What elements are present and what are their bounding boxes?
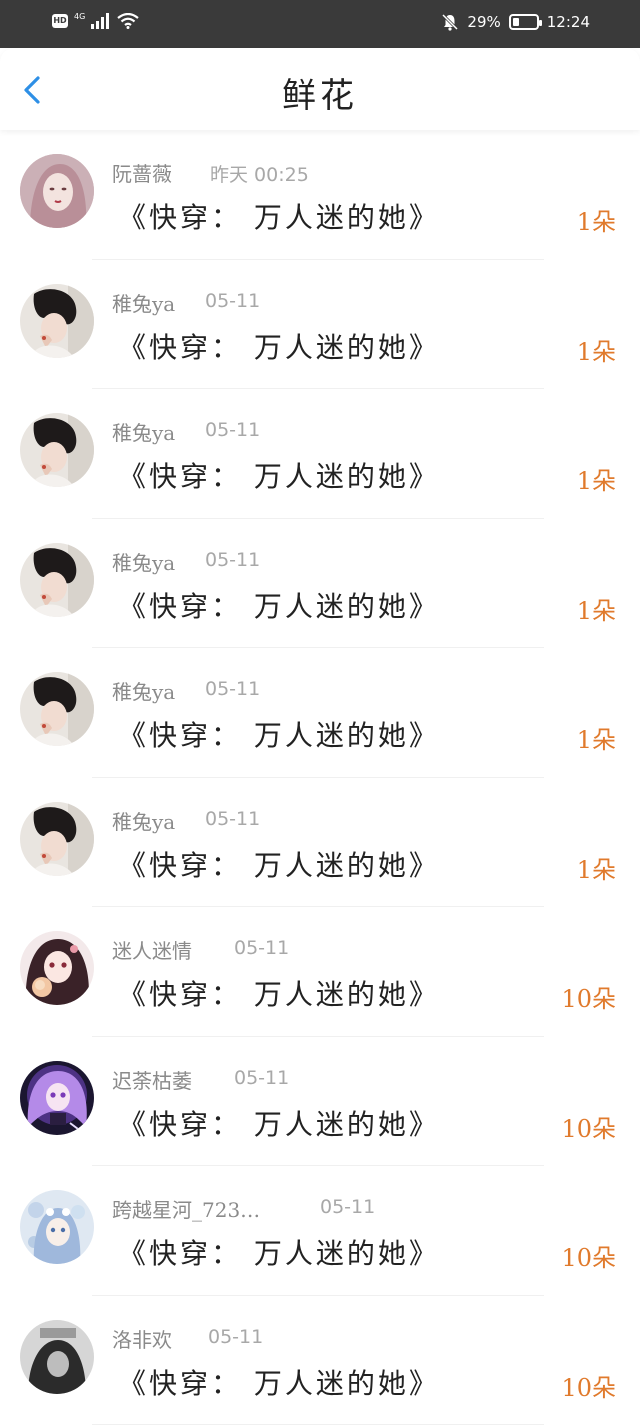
avatar[interactable] bbox=[20, 1190, 94, 1264]
avatar[interactable] bbox=[20, 672, 94, 746]
page-title: 鲜花 bbox=[0, 68, 640, 117]
user-name[interactable]: 洛非欢 bbox=[112, 1324, 172, 1353]
list-item[interactable]: 稚兔ya 05-11 《快穿： 万人迷的她》 1朵 bbox=[0, 778, 640, 908]
user-name[interactable]: 稚兔ya bbox=[112, 417, 175, 446]
flower-count: 1朵 bbox=[577, 850, 616, 885]
user-name[interactable]: 迷人迷情 bbox=[112, 935, 192, 964]
wifi-icon bbox=[117, 13, 139, 29]
flower-count: 1朵 bbox=[577, 461, 616, 496]
book-title: 《快穿： 万人迷的她》 bbox=[118, 585, 440, 625]
avatar[interactable] bbox=[20, 1320, 94, 1394]
flower-count: 10朵 bbox=[561, 1109, 616, 1144]
gift-date: 05-11 bbox=[205, 808, 260, 830]
user-name[interactable]: 跨越星河_723… bbox=[112, 1194, 260, 1223]
list-item[interactable]: 跨越星河_723… 05-11 《快穿： 万人迷的她》 10朵 bbox=[0, 1166, 640, 1296]
battery-fill bbox=[513, 18, 519, 26]
book-title: 《快穿： 万人迷的她》 bbox=[118, 714, 440, 754]
list-item[interactable]: 阮蔷薇 昨天 00:25 《快穿： 万人迷的她》 1朵 bbox=[0, 130, 640, 260]
avatar[interactable] bbox=[20, 154, 94, 228]
gift-date: 昨天 00:25 bbox=[210, 160, 309, 187]
list-item[interactable]: 稚兔ya 05-11 《快穿： 万人迷的她》 1朵 bbox=[0, 389, 640, 519]
flower-count: 10朵 bbox=[561, 979, 616, 1014]
list-item[interactable]: 稚兔ya 05-11 《快穿： 万人迷的她》 1朵 bbox=[0, 260, 640, 390]
gift-date: 05-11 bbox=[234, 1067, 289, 1089]
flower-count: 1朵 bbox=[577, 591, 616, 626]
flower-count: 1朵 bbox=[577, 720, 616, 755]
book-title: 《快穿： 万人迷的她》 bbox=[118, 1232, 440, 1272]
book-title: 《快穿： 万人迷的她》 bbox=[118, 973, 440, 1013]
flower-list: 阮蔷薇 昨天 00:25 《快穿： 万人迷的她》 1朵 稚兔ya 05-11 《快穿： 万… bbox=[0, 130, 640, 1425]
status-bar: HD 4G 29% 12:24 bbox=[0, 0, 640, 48]
flower-count: 1朵 bbox=[577, 202, 616, 237]
bell-muted-icon bbox=[441, 13, 459, 31]
avatar[interactable] bbox=[20, 543, 94, 617]
gift-date: 05-11 bbox=[205, 290, 260, 312]
gift-date: 05-11 bbox=[205, 678, 260, 700]
book-title: 《快穿： 万人迷的她》 bbox=[118, 844, 440, 884]
list-item[interactable]: 迟荼枯萎 05-11 《快穿： 万人迷的她》 10朵 bbox=[0, 1037, 640, 1167]
avatar[interactable] bbox=[20, 1061, 94, 1135]
avatar[interactable] bbox=[20, 284, 94, 358]
list-item[interactable]: 稚兔ya 05-11 《快穿： 万人迷的她》 1朵 bbox=[0, 519, 640, 649]
list-item[interactable]: 洛非欢 05-11 《快穿： 万人迷的她》 10朵 bbox=[0, 1296, 640, 1425]
network-type: 4G bbox=[74, 13, 85, 21]
user-name[interactable]: 迟荼枯萎 bbox=[112, 1065, 192, 1094]
gift-date: 05-11 bbox=[205, 419, 260, 441]
clock: 12:24 bbox=[547, 13, 590, 31]
avatar[interactable] bbox=[20, 802, 94, 876]
flower-count: 10朵 bbox=[561, 1368, 616, 1403]
list-item[interactable]: 稚兔ya 05-11 《快穿： 万人迷的她》 1朵 bbox=[0, 648, 640, 778]
user-name[interactable]: 稚兔ya bbox=[112, 806, 175, 835]
gift-date: 05-11 bbox=[234, 937, 289, 959]
user-name[interactable]: 阮蔷薇 bbox=[112, 158, 172, 187]
avatar[interactable] bbox=[20, 413, 94, 487]
book-title: 《快穿： 万人迷的她》 bbox=[118, 1103, 440, 1143]
user-name[interactable]: 稚兔ya bbox=[112, 676, 175, 705]
gift-date: 05-11 bbox=[208, 1326, 263, 1348]
user-name[interactable]: 稚兔ya bbox=[112, 288, 175, 317]
flower-count: 1朵 bbox=[577, 332, 616, 367]
book-title: 《快穿： 万人迷的她》 bbox=[118, 455, 440, 495]
book-title: 《快穿： 万人迷的她》 bbox=[118, 326, 440, 366]
avatar[interactable] bbox=[20, 931, 94, 1005]
gift-date: 05-11 bbox=[320, 1196, 375, 1218]
gift-date: 05-11 bbox=[205, 549, 260, 571]
status-bar-right: 29% 12:24 bbox=[441, 13, 590, 31]
hd-badge: HD bbox=[52, 14, 68, 28]
flower-count: 10朵 bbox=[561, 1238, 616, 1273]
battery-icon bbox=[509, 14, 539, 30]
battery-percent: 29% bbox=[467, 13, 500, 31]
book-title: 《快穿： 万人迷的她》 bbox=[118, 1362, 440, 1402]
status-bar-left: HD 4G bbox=[52, 13, 139, 29]
header: 鲜花 bbox=[0, 48, 640, 130]
list-item[interactable]: 迷人迷情 05-11 《快穿： 万人迷的她》 10朵 bbox=[0, 907, 640, 1037]
user-name[interactable]: 稚兔ya bbox=[112, 547, 175, 576]
signal-icon bbox=[91, 13, 111, 29]
book-title: 《快穿： 万人迷的她》 bbox=[118, 196, 440, 236]
